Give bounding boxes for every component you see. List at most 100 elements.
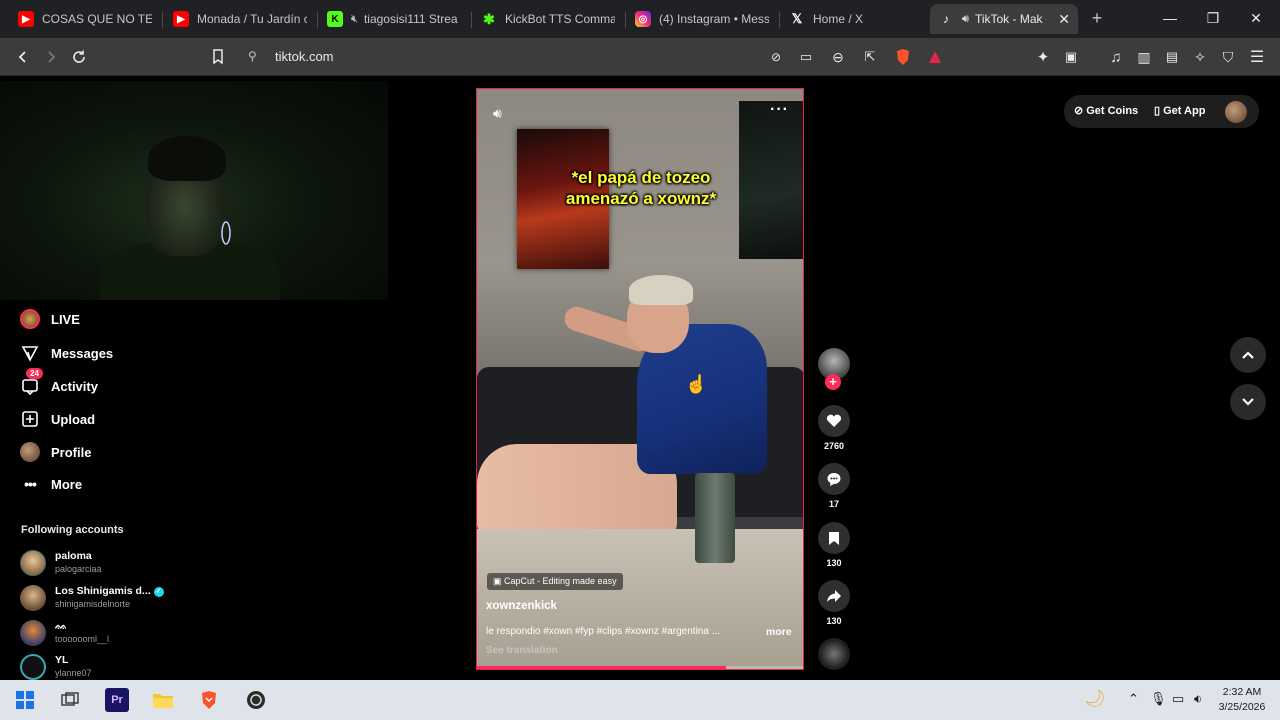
restore-button[interactable]: ❐ (1198, 6, 1228, 30)
mouse-cursor-icon: ☝ (685, 374, 708, 394)
activity-icon: 24 (20, 368, 43, 396)
follow-plus-button[interactable]: + (825, 374, 841, 390)
more-options-icon[interactable]: ··· (770, 101, 789, 119)
following-account-item[interactable]: paloma palogarciaa (20, 550, 240, 578)
nav-label-upload: Upload (51, 411, 96, 427)
microphone-icon[interactable]: 🎙︎ (1150, 691, 1167, 707)
close-window-button[interactable]: ✕ (1241, 6, 1271, 30)
following-account-item[interactable]: YL ylanne07 (20, 654, 240, 682)
extensions-icon[interactable]: ✦ (1031, 45, 1055, 69)
music-disc-icon (818, 638, 850, 670)
windows-start-button[interactable] (13, 688, 37, 712)
tab-kickbot[interactable]: ✱ KickBot TTS Comman (473, 4, 623, 34)
back-button[interactable] (11, 45, 35, 69)
share-button[interactable]: 130 (817, 580, 851, 626)
tab-monada[interactable]: ▶ Monada / Tu Jardín c (165, 4, 315, 34)
tab-x[interactable]: 𝕏 Home / X (781, 4, 926, 34)
show-hidden-icons-chevron[interactable]: ⌃ (1128, 691, 1139, 707)
music-icon[interactable]: ♫ (1104, 45, 1128, 69)
tab-kick-stream[interactable]: K 🔇︎ tiagosisi111 Strea (319, 4, 469, 34)
comment-icon (818, 463, 850, 495)
arrow-right-icon (48, 51, 56, 63)
zoom-icon[interactable]: ⊖ (826, 45, 850, 69)
capcut-tag[interactable]: ▣ CapCut - Editing made easy (487, 573, 623, 590)
reading-list-icon[interactable]: ▣ (1059, 45, 1083, 69)
account-handle: tooooooml__l (55, 634, 110, 644)
obs-studio-icon[interactable] (244, 688, 268, 712)
chevron-up-icon (1242, 351, 1254, 359)
following-account-item[interactable]: ᨐ tooooooml__l (20, 620, 240, 648)
volume-icon[interactable]: 🔊︎ (493, 105, 502, 122)
see-translation-link[interactable]: See translation (486, 645, 558, 656)
get-coins-button[interactable]: ⊘ Get Coins (1074, 104, 1138, 118)
tab-strip: ▶ COSAS QUE NO TE D ▶ Monada / Tu Jardín… (0, 0, 1280, 38)
close-tab-icon[interactable]: ✕ (1052, 11, 1070, 28)
nav-activity[interactable]: 24 Activity (20, 368, 98, 398)
more-dots-icon: ••• (24, 476, 37, 492)
comment-count: 17 (828, 499, 839, 509)
new-tab-button[interactable]: + (1087, 8, 1107, 28)
tab-instagram[interactable]: ◎ (4) Instagram • Messa (627, 4, 777, 34)
share-arrow-icon (818, 580, 850, 612)
minimize-button[interactable]: — (1155, 6, 1185, 30)
forward-button[interactable] (39, 45, 63, 69)
cast-icon[interactable]: ▭ (794, 45, 818, 69)
share-count: 130 (826, 616, 842, 626)
comment-button[interactable]: 17 (817, 463, 851, 509)
nav-profile[interactable]: Profile (20, 440, 91, 464)
site-info-icon[interactable]: ⚲ (248, 49, 264, 65)
account-name: paloma (55, 550, 92, 562)
nav-label-more: More (51, 476, 83, 492)
brave-shields-icon[interactable] (891, 45, 915, 69)
nav-label-activity: Activity (51, 378, 98, 394)
youtube-icon: ▶ (18, 11, 34, 27)
sidebar-icon[interactable]: ▥ (1132, 45, 1156, 69)
nav-messages[interactable]: Messages (20, 341, 113, 365)
camera-blocked-icon[interactable]: ⊘ (764, 45, 788, 69)
music-disc[interactable] (817, 638, 851, 670)
leo-ai-icon[interactable]: ✧ (1188, 45, 1212, 69)
description-more-link[interactable]: more (766, 626, 792, 638)
brave-browser-icon[interactable] (197, 688, 221, 712)
file-explorer-icon[interactable] (151, 688, 175, 712)
tab-cosas[interactable]: ▶ COSAS QUE NO TE D (10, 4, 160, 34)
volume-icon[interactable]: 🔉︎ (1194, 691, 1202, 707)
like-button[interactable]: 2760 (817, 405, 851, 451)
wallet-icon[interactable]: ▤ (1160, 45, 1184, 69)
account-name: YL (55, 654, 69, 666)
upload-icon (20, 409, 40, 429)
nav-live[interactable]: LIVE (20, 307, 80, 331)
tab-tiktok[interactable]: ♪ 🔊︎ TikTok - Make ✕ (930, 4, 1078, 34)
clock-date: 3/25/2026 (1218, 701, 1266, 713)
user-avatar[interactable] (1225, 101, 1247, 123)
live-avatar-icon (20, 309, 40, 329)
video-player[interactable]: *el papá de tozeo amenazó a xownz* 🔊︎ ··… (476, 88, 804, 670)
previous-video-button[interactable] (1230, 337, 1266, 373)
nav-upload[interactable]: Upload (20, 407, 95, 431)
brave-rewards-icon[interactable] (923, 45, 947, 69)
speaker-icon: 🔊︎ (962, 12, 969, 25)
menu-icon[interactable]: ☰ (1245, 45, 1269, 69)
next-video-button[interactable] (1230, 384, 1266, 420)
nav-more[interactable]: ••• More (20, 472, 82, 496)
get-app-button[interactable]: ▯ Get App (1154, 104, 1205, 118)
following-account-item[interactable]: Los Shinigamis d... ✓ shinigamisdelnorte (20, 585, 240, 613)
video-progress-bar[interactable] (477, 666, 803, 669)
share-icon[interactable]: ⇱ (858, 45, 882, 69)
network-icon[interactable]: ▭ (1172, 691, 1184, 707)
chevron-down-icon (1242, 398, 1254, 406)
task-view-button[interactable] (58, 688, 82, 712)
save-button[interactable]: 130 (817, 522, 851, 568)
muted-speaker-icon: 🔇︎ (351, 12, 358, 25)
premiere-pro-icon[interactable]: Pr (105, 688, 129, 712)
system-clock[interactable]: 2:32 AM 3/25/2026 (1214, 685, 1270, 715)
night-light-icon[interactable]: 🌙︎ (1084, 689, 1106, 709)
video-author[interactable]: xownzenkick (486, 600, 557, 612)
header-actions: ⊘ Get Coins ▯ Get App (1064, 95, 1259, 128)
url-text[interactable]: tiktok.com (275, 49, 334, 64)
bookmark-button[interactable] (206, 45, 230, 69)
capcut-icon: ▣ (493, 576, 505, 586)
reload-button[interactable] (67, 45, 91, 69)
phone-icon: ▯ (1154, 105, 1161, 117)
vpn-icon[interactable]: ⛉ (1216, 45, 1240, 69)
